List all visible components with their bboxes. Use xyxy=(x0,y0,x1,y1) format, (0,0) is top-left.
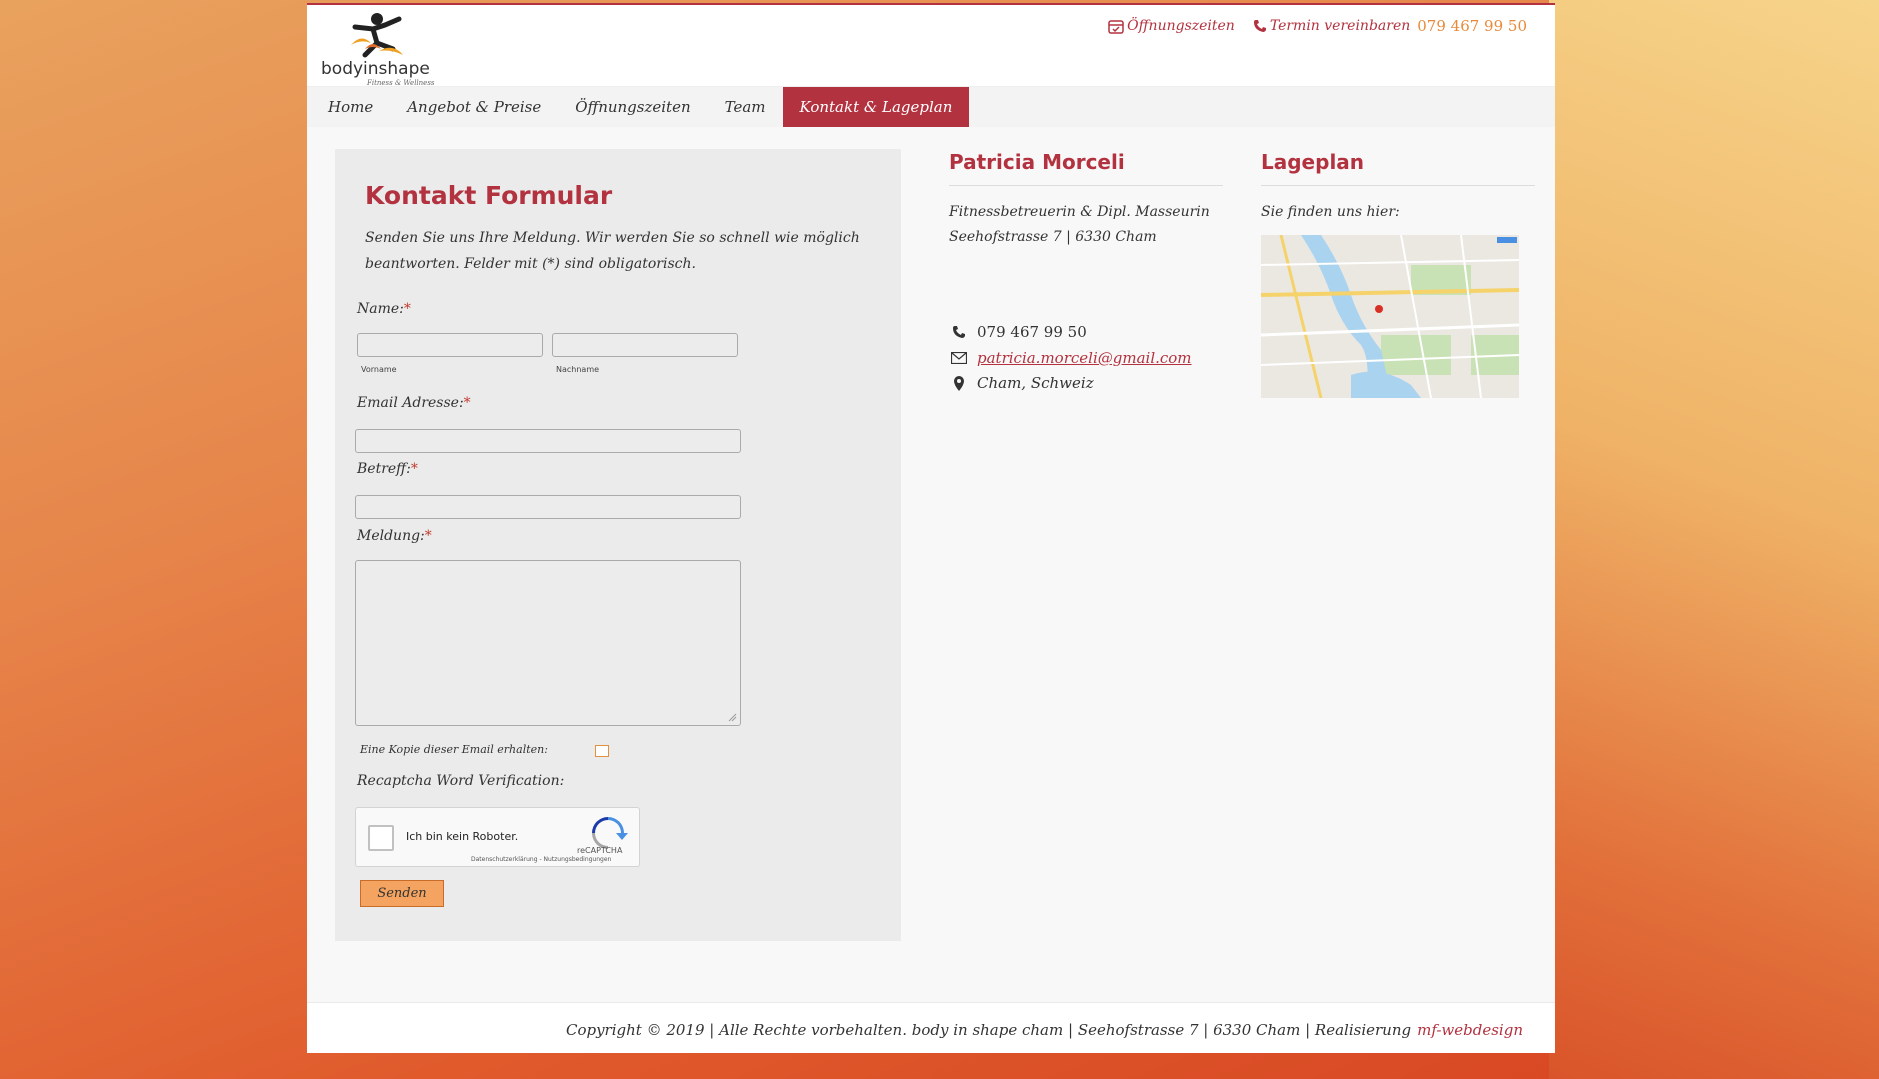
required-marker: * xyxy=(424,528,432,544)
contact-email-row: patricia.morceli@gmail.com xyxy=(951,349,1192,367)
copy-email-label: Eine Kopie dieser Email erhalten: xyxy=(360,743,548,756)
envelope-icon xyxy=(951,350,967,366)
nav-item-kontakt-lageplan[interactable]: Kontakt & Lageplan xyxy=(782,87,970,127)
footer-credit-link[interactable]: mf-webdesign xyxy=(1417,1021,1523,1039)
contact-email-link[interactable]: patricia.morceli@gmail.com xyxy=(977,349,1192,367)
map-graphic xyxy=(1261,235,1519,398)
main-navigation: Home Angebot & Preise Öffnungszeiten Tea… xyxy=(307,87,1555,127)
contact-address: Seehofstrasse 7 | 6330 Cham xyxy=(949,229,1157,245)
map-title: Lageplan xyxy=(1261,150,1365,174)
map-subtitle: Sie finden uns hier: xyxy=(1261,204,1400,220)
appointment-link[interactable]: Termin vereinbaren 079 467 99 50 xyxy=(1253,17,1527,35)
copy-email-checkbox[interactable] xyxy=(595,745,609,757)
location-map[interactable] xyxy=(1261,235,1519,398)
message-label-text: Meldung: xyxy=(357,528,425,544)
opening-hours-label: Öffnungszeiten xyxy=(1127,18,1235,34)
logo-text: bodyinshape xyxy=(321,59,430,79)
contact-role: Fitnessbetreuerin & Dipl. Masseurin xyxy=(949,204,1210,220)
required-marker: * xyxy=(410,461,418,477)
nav-item-angebot-preise[interactable]: Angebot & Preise xyxy=(390,87,558,127)
map-divider xyxy=(1261,185,1535,186)
logo-subtitle: Fitness & Wellness xyxy=(367,79,435,87)
contact-phone[interactable]: 079 467 99 50 xyxy=(977,323,1087,341)
contact-title: Patricia Morceli xyxy=(949,150,1125,174)
message-label: Meldung:* xyxy=(357,528,432,544)
recaptcha-checkbox[interactable] xyxy=(368,825,394,851)
email-input[interactable] xyxy=(355,429,741,453)
name-label-text: Name: xyxy=(357,301,404,317)
form-title: Kontakt Formular xyxy=(365,181,613,210)
first-name-sublabel: Vorname xyxy=(361,365,397,374)
name-label: Name:* xyxy=(357,301,411,317)
first-name-input[interactable] xyxy=(357,333,543,357)
header-phone-number[interactable]: 079 467 99 50 xyxy=(1417,17,1527,35)
resize-handle-icon[interactable] xyxy=(727,712,737,722)
message-textarea[interactable] xyxy=(355,560,741,726)
background-right xyxy=(1549,0,1879,1079)
recaptcha-text: Ich bin kein Roboter. xyxy=(406,830,519,843)
contact-location-row: Cham, Schweiz xyxy=(951,374,1094,392)
subject-label: Betreff:* xyxy=(357,461,418,477)
contact-form-panel: Kontakt Formular Senden Sie uns Ihre Mel… xyxy=(335,149,901,941)
map-marker-icon xyxy=(951,375,967,391)
logo-figure-icon xyxy=(351,13,403,58)
logo[interactable]: bodyinshape Fitness & Wellness xyxy=(315,9,435,87)
required-marker: * xyxy=(463,395,471,411)
nav-item-oeffnungszeiten[interactable]: Öffnungszeiten xyxy=(558,87,707,127)
captcha-label: Recaptcha Word Verification: xyxy=(357,773,565,789)
subject-label-text: Betreff: xyxy=(357,461,411,477)
nav-item-home[interactable]: Home xyxy=(311,87,390,127)
recaptcha-links[interactable]: Datenschutzerklärung - Nutzungsbedingung… xyxy=(471,856,611,863)
form-intro: Senden Sie uns Ihre Meldung. Wir werden … xyxy=(365,230,860,272)
contact-divider xyxy=(949,185,1223,186)
subject-input[interactable] xyxy=(355,495,741,519)
last-name-sublabel: Nachname xyxy=(556,365,600,374)
phone-icon xyxy=(1253,20,1266,32)
calendar-icon xyxy=(1108,19,1124,34)
recaptcha-widget: Ich bin kein Roboter. reCAPTCHA Datensch… xyxy=(355,807,640,867)
site-footer: Copyright © 2019 | Alle Rechte vorbehalt… xyxy=(307,1002,1555,1053)
header-topbar: Öffnungszeiten Termin vereinbaren 079 46… xyxy=(1108,17,1527,35)
phone-icon xyxy=(951,324,967,340)
contact-location: Cham, Schweiz xyxy=(977,374,1094,392)
footer-copyright: Copyright © 2019 | Alle Rechte vorbehalt… xyxy=(565,1021,1412,1039)
last-name-input[interactable] xyxy=(552,333,738,357)
nav-item-team[interactable]: Team xyxy=(708,87,783,127)
opening-hours-link[interactable]: Öffnungszeiten xyxy=(1108,18,1235,34)
email-label-text: Email Adresse: xyxy=(357,395,464,411)
email-label: Email Adresse:* xyxy=(357,395,471,411)
site-header: bodyinshape Fitness & Wellness Öffnungsz… xyxy=(307,5,1555,87)
required-marker: * xyxy=(403,301,411,317)
submit-button[interactable]: Senden xyxy=(360,880,444,907)
footer-text: Copyright © 2019 | Alle Rechte vorbehalt… xyxy=(566,1021,1523,1039)
appointment-label: Termin vereinbaren xyxy=(1269,18,1411,34)
recaptcha-brand: reCAPTCHA xyxy=(577,846,623,855)
page-container: bodyinshape Fitness & Wellness Öffnungsz… xyxy=(307,3,1555,1053)
contact-phone-row: 079 467 99 50 xyxy=(951,323,1087,341)
